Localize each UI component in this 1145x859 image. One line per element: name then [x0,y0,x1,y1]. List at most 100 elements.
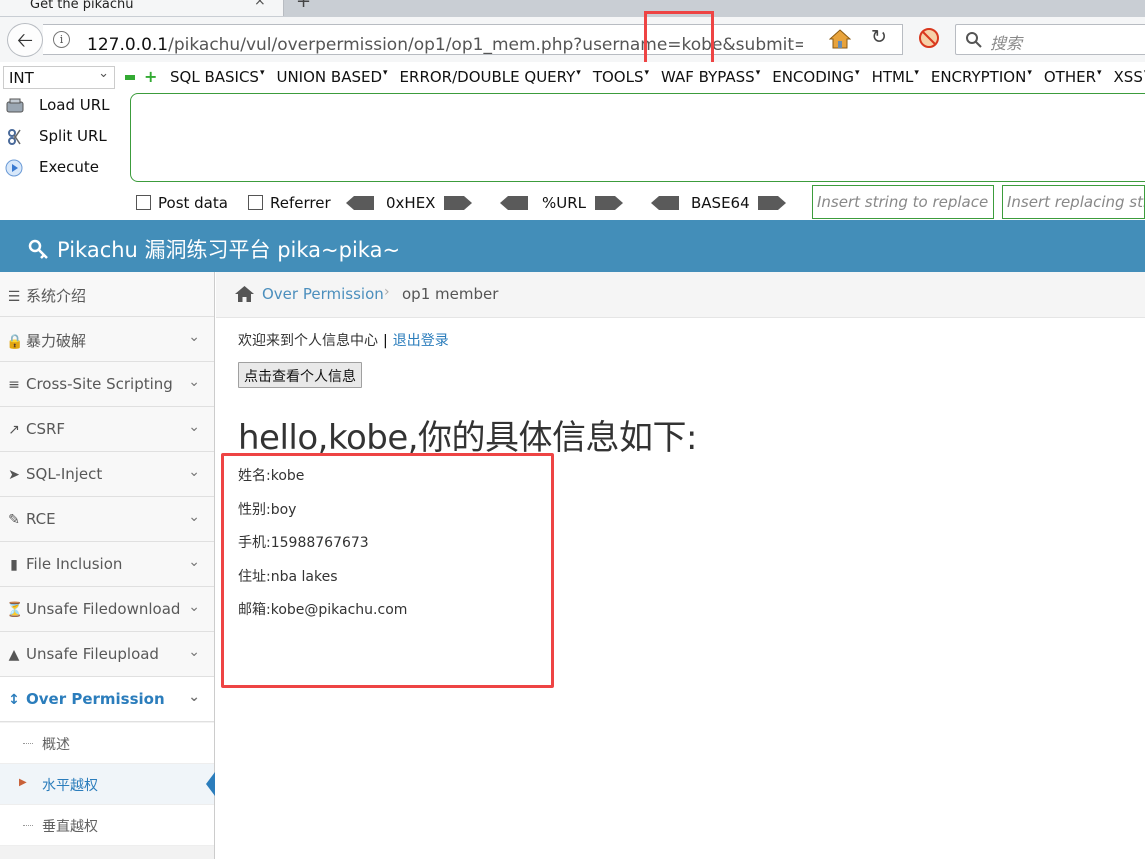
sidebar-item-unsafe-fileupload[interactable]: ▲ Unsafe Fileupload ⌄ [0,632,214,677]
execute-icon [5,159,23,176]
tab-close-icon[interactable]: × [254,0,266,9]
url-textarea[interactable] [130,93,1145,182]
sidebar-item-label: 暴力破解 [26,332,87,350]
breadcrumb: Over Permission › op1 member [216,272,1145,318]
chevron-down-icon: ⌄ [188,509,200,525]
reload-icon[interactable]: ↻ [871,26,887,48]
view-info-button[interactable]: 点击查看个人信息 [238,362,362,388]
referrer-box[interactable] [248,195,263,210]
chevron-down-icon: ⌄ [188,419,200,435]
post-data-checkbox[interactable]: Post data [136,194,228,212]
execute-button[interactable]: Execute [5,158,99,177]
referrer-checkbox[interactable]: Referrer [248,194,331,212]
chevron-right-icon: › [384,284,390,300]
plus-icon[interactable]: + [144,67,157,86]
sidebar-subitem-label: 水平越权 [42,778,98,794]
menu-error-double-query[interactable]: ERROR/DOUBLE QUERY [400,68,581,86]
load-url-label: Load URL [39,96,110,114]
menu-union-based[interactable]: UNION BASED [276,68,387,86]
lock-icon: 🔒 [6,334,24,350]
home-icon[interactable] [829,28,851,50]
site-title-text: Pikachu 漏洞练习平台 pika~pika~ [57,238,401,262]
load-url-button[interactable]: Load URL [5,96,110,115]
int-select-value: INT [9,69,34,87]
int-select[interactable]: INT ⌄ [3,66,115,89]
base64-encode-arrow-icon[interactable] [758,196,786,210]
sidebar-item-label: Over Permission [26,690,165,708]
hello-heading: hello,kobe,你的具体信息如下: [238,418,698,458]
welcome-text: 欢迎来到个人信息中心 [238,333,378,349]
chevron-down-icon: ⌄ [98,66,109,81]
sidebar-subitem-horizontal[interactable]: ▶ 水平越权 [0,764,215,805]
upload-icon: ▲ [8,647,20,663]
minus-icon[interactable] [125,75,135,80]
hex-encode-arrow-icon[interactable] [444,196,472,210]
menu-sql-basics[interactable]: SQL BASICS [170,68,264,86]
sidebar-item-intro[interactable]: ☰ 系统介绍 [0,272,214,317]
replacing-string-input[interactable]: Insert replacing string [1002,185,1145,219]
chevron-down-icon: ⌄ [188,464,200,480]
sidebar-item-csrf[interactable]: ↗ CSRF ⌄ [0,407,214,452]
tab-title: Get the pikachu [30,0,134,12]
execute-label: Execute [39,158,99,176]
download-icon: ⏳ [6,602,24,618]
url-bar[interactable]: i 127.0.0.1/pikachu/vul/overpermission/o… [43,24,903,55]
chevron-down-icon: ⌄ [188,374,200,390]
post-data-box[interactable] [136,195,151,210]
site-title[interactable]: Pikachu 漏洞练习平台 pika~pika~ [28,234,400,264]
chevron-down-icon: ⌄ [188,689,200,705]
logout-link[interactable]: 退出登录 [393,333,449,349]
menu-other[interactable]: OTHER [1044,68,1102,86]
replace-string-input[interactable]: Insert string to replace [812,185,994,219]
breadcrumb-link[interactable]: Over Permission [262,285,384,303]
menu-xss[interactable]: XSS [1114,68,1145,86]
hackbar: INT ⌄ + SQL BASICS UNION BASED ERROR/DOUBL… [0,62,1145,220]
sidebar-item-unsafe-filedownload[interactable]: ⏳ Unsafe Filedownload ⌄ [0,587,214,632]
post-data-label: Post data [158,194,228,212]
sidebar-item-label: File Inclusion [26,555,123,573]
pencil-icon: ✎ [8,512,20,528]
sidebar-item-label: SQL-Inject [26,465,103,483]
browser-tab[interactable]: Get the pikachu [0,0,284,16]
blocked-content-icon[interactable] [918,27,940,49]
sidebar-item-rce[interactable]: ✎ RCE ⌄ [0,497,214,542]
sidebar-subitem-overview[interactable]: 概述 [0,723,214,764]
menu-waf-bypass[interactable]: WAF BYPASS [661,68,760,86]
menu-html[interactable]: HTML [872,68,919,86]
referrer-label: Referrer [270,194,331,212]
sidebar-item-over-permission[interactable]: ↕ Over Permission ⌄ [0,677,214,722]
menu-encryption[interactable]: ENCRYPTION [931,68,1032,86]
chevron-down-icon: ⌄ [188,644,200,660]
url-encode-arrow-icon[interactable] [595,196,623,210]
file-icon: ▮ [10,557,18,573]
browser-window: { "browser": { "tab_title": "Get the pik… [0,0,1145,859]
url-highlight-box [644,11,714,69]
split-url-icon [8,128,21,145]
chevron-down-icon: ⌄ [188,554,200,570]
sidebar-subitem-vertical[interactable]: 垂直越权 [0,805,214,846]
sidebar-item-xss[interactable]: ≡ Cross-Site Scripting ⌄ [0,362,214,407]
search-placeholder: 搜索 [990,34,1023,53]
home-icon[interactable] [234,285,255,303]
sidebar-item-label: Cross-Site Scripting [26,375,173,393]
sidebar-item-label: 系统介绍 [26,287,87,305]
menu-encoding[interactable]: ENCODING [772,68,859,86]
back-arrow-icon[interactable]: 🡠 [7,23,43,57]
hex-label: 0xHEX [386,194,436,212]
sidebar-item-brute-force[interactable]: 🔒 暴力破解 ⌄ [0,317,214,362]
split-url-button[interactable]: Split URL [5,127,107,146]
new-tab-icon[interactable]: + [296,0,311,12]
sidebar-subitem-label: 概述 [42,737,70,753]
hex-decode-arrow-icon[interactable] [346,196,374,210]
base64-decode-arrow-icon[interactable] [651,196,679,210]
key-icon [28,239,48,259]
info-icon[interactable]: i [53,31,70,48]
chevron-down-icon: ⌄ [188,329,200,345]
url-host: 127.0.0.1 [87,35,169,55]
sidebar-item-sql-inject[interactable]: ➤ SQL-Inject ⌄ [0,452,214,497]
search-bar[interactable]: 搜索 [955,24,1145,55]
sidebar-item-label: CSRF [26,420,66,438]
sidebar-item-file-inclusion[interactable]: ▮ File Inclusion ⌄ [0,542,214,587]
url-decode-arrow-icon[interactable] [500,196,528,210]
menu-tools[interactable]: TOOLS [593,68,649,86]
